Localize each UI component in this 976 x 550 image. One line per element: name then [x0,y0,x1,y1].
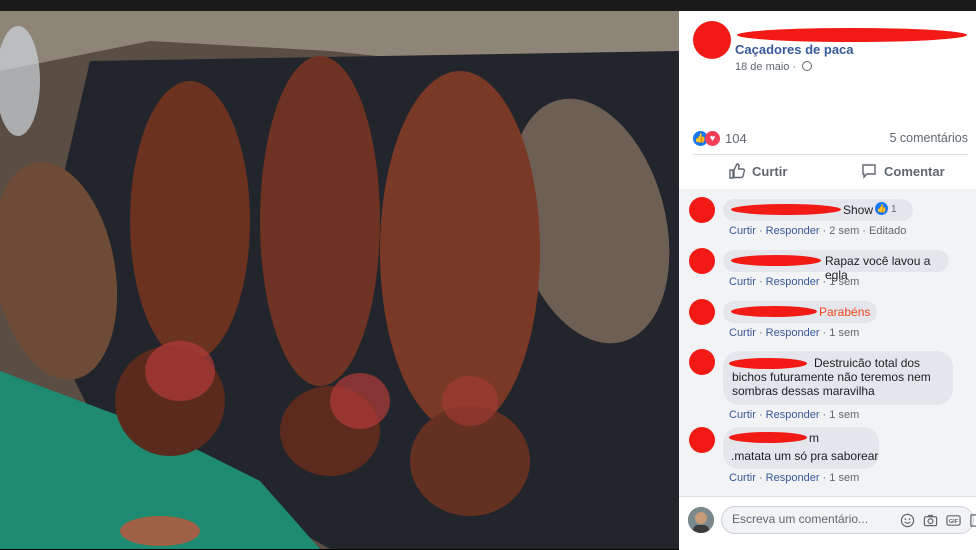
comment-bubble: Rapaz você lavou a egla [723,250,949,282]
comment-reply-link[interactable]: Responder [766,409,820,421]
comment-bubble: Show 👍 1 [723,199,913,221]
comment-bubble: Destruicão total dos bichos futuramente … [723,351,953,405]
comment-icon [862,164,876,179]
like-button[interactable]: Curtir [729,163,787,179]
comment-like-link[interactable]: Curtir [729,472,756,484]
comment-edited[interactable]: Editado [869,225,906,237]
poster-name-redacted [737,28,967,42]
comment-time[interactable]: 1 sem [829,409,859,421]
love-reaction-icon: ♥ [705,130,720,146]
comments-count-link[interactable]: 5 comentários [889,131,968,145]
comment-reply-link[interactable]: Responder [766,327,820,339]
comment-text-line1: m [809,431,819,445]
comment-like-link[interactable]: Curtir [729,327,756,339]
post-side-panel: Caçadores de paca 18 de maio · 👍 ♥ 104 5… [679,11,976,550]
comment-text: Show [843,203,874,217]
emoji-icon[interactable] [900,513,915,528]
comment-bubble: m .matata um só pra saborear [723,427,879,469]
commenter-avatar-redacted[interactable] [689,427,715,453]
browser-top-strip [0,0,976,11]
commenter-avatar-redacted[interactable] [689,248,715,274]
comment-meta: Curtir · Responder · 1 sem [729,327,860,339]
gif-icon[interactable]: GIF [946,513,961,528]
post-date-text: 18 de maio [735,61,790,73]
comment-time[interactable]: 1 sem [829,472,859,484]
comment-meta: Curtir · Responder · 2 sem · Editado [729,225,907,237]
hunted-animals-photo [0,11,679,549]
comments-section: Show 👍 1 Curtir · Responder · 2 sem · Ed… [679,189,976,496]
commenter-avatar-redacted[interactable] [689,197,715,223]
globe-icon [802,61,813,71]
comment-input[interactable] [732,512,872,526]
post-photo[interactable] [0,11,679,549]
comment-reply-link[interactable]: Responder [766,472,820,484]
user-photo [688,507,714,533]
comment-like-link[interactable]: Curtir [729,276,756,288]
camera-icon[interactable] [923,513,938,528]
reaction-summary[interactable]: 👍 ♥ 104 [693,129,747,147]
comment-reply-link[interactable]: Responder [766,225,820,237]
post-date[interactable]: 18 de maio · [735,61,813,73]
comment-input-box[interactable]: GIF [721,506,976,534]
comment-text: Parabéns [819,305,871,319]
poster-avatar-redacted[interactable] [693,21,731,59]
current-user-avatar[interactable] [688,507,714,533]
comment-reply-link[interactable]: Responder [766,276,820,288]
comment-like-link[interactable]: Curtir [729,225,756,237]
reaction-count: 104 [725,130,747,146]
comment-label: Comentar [884,163,945,179]
comment-time[interactable]: 1 sem [829,276,859,288]
comment-meta: Curtir · Responder · 1 sem [729,472,860,484]
like-reaction-icon: 👍 [875,202,888,215]
comment-meta: Curtir · Responder · 1 sem [729,409,860,421]
comment-composer: GIF [679,496,976,550]
comment-reaction-count: 1 [891,204,897,215]
commenter-name-redacted [731,306,817,317]
commenter-name-redacted [729,432,807,443]
group-name-link[interactable]: Caçadores de paca [735,42,854,57]
thumbs-up-icon [729,163,745,179]
like-label: Curtir [752,163,788,179]
commenter-avatar-redacted[interactable] [689,299,715,325]
comment-time[interactable]: 1 sem [829,327,859,339]
divider [693,154,968,155]
commenter-name-redacted [731,204,841,215]
comment-text-line2: .matata um só pra saborear [731,449,879,463]
comment-button[interactable]: Comentar [861,163,945,179]
comment-like-link[interactable]: Curtir [729,409,756,421]
commenter-avatar-redacted[interactable] [689,349,715,375]
svg-text:GIF: GIF [949,519,959,525]
comment-meta: Curtir · Responder · 1 sem [729,276,860,288]
comment-time[interactable]: 2 sem [829,225,859,237]
commenter-name-redacted [731,255,821,266]
commenter-name-redacted [729,358,807,369]
sticker-icon[interactable] [969,513,976,528]
comment-bubble: Parabéns [723,301,877,323]
